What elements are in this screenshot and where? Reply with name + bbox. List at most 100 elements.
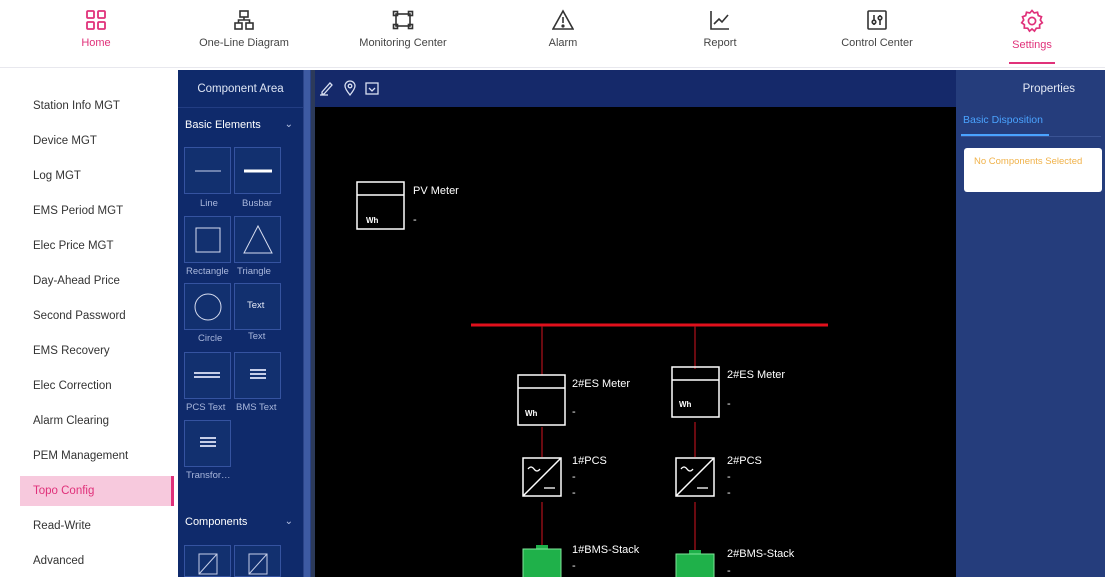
bms-text-icon [250,369,266,379]
rectangle-icon [195,227,221,253]
pcs-component-icon [248,553,268,575]
nav-control-center[interactable]: Control Center [802,0,952,68]
es-meter-1-value: - [572,406,576,418]
component-area-scrollbar[interactable] [303,70,311,577]
settings-sidebar: Station Info MGT Device MGT Log MGT EMS … [0,70,178,577]
active-tab-underline [1009,62,1055,64]
sidebar-item-topo-config[interactable]: Topo Config [20,476,174,506]
pcs-1[interactable]: 1#PCS - - [522,455,607,499]
sidebar-item-day-ahead-price[interactable]: Day-Ahead Price [0,266,178,296]
tile-triangle[interactable] [234,216,281,263]
tile-transformer-text[interactable] [184,420,231,467]
nav-alarm-label: Alarm [548,37,578,49]
tab-basic-disposition[interactable]: Basic Disposition [963,114,1043,126]
nav-home[interactable]: Home [21,0,171,68]
bms-stack-2[interactable]: 2#BMS-Stack - [675,548,795,580]
es-meter-1[interactable]: Wh 2#ES Meter - [517,374,630,426]
tile-bms-text-label: BMS Text [236,402,277,413]
tile-text-label: Text [248,331,266,342]
nav-monitoring-center[interactable]: Monitoring Center [328,0,478,68]
pcs-2-value-2: - [727,487,731,499]
sidebar-item-elec-price-mgt[interactable]: Elec Price MGT [0,231,178,261]
bms-stack-2-name: 2#BMS-Stack [727,548,795,560]
pcs-2[interactable]: 2#PCS - - [675,455,762,499]
line-icon [195,170,221,172]
nav-report[interactable]: Report [645,0,795,68]
busbar-icon [244,169,272,173]
sidebar-item-elec-correction[interactable]: Elec Correction [0,371,178,401]
line-chart-icon [710,11,729,30]
tile-busbar-label: Busbar [242,198,273,209]
properties-panel: Properties Basic Disposition No Componen… [956,70,1105,577]
tile-line[interactable] [184,147,231,194]
tile-component-1[interactable] [184,545,231,577]
tile-line-label: Line [200,198,218,209]
pv-meter-name: PV Meter [413,185,459,197]
nav-alarm[interactable]: Alarm [488,0,638,68]
bms-stack-2-value: - [727,565,731,577]
tile-pcs-text[interactable] [184,352,231,399]
one-line-diagram: Wh PV Meter - Wh 2#ES Meter - Wh 2#ES Me… [356,181,828,580]
nav-one-line-diagram-label: One-Line Diagram [199,37,289,49]
bms-stack-1[interactable]: 1#BMS-Stack - [522,544,640,580]
tile-rectangle[interactable] [184,216,231,263]
pcs-1-value-1: - [572,471,576,483]
tile-component-2[interactable] [234,545,281,577]
warning-triangle-icon [552,9,574,30]
sidebar-item-advanced[interactable]: Advanced [0,546,178,576]
es-meter-1-name: 2#ES Meter [572,378,630,390]
tile-triangle-label: Triangle [237,266,271,277]
top-navigation: Home One-Line Diagram Monitoring Center … [0,0,1105,68]
tile-busbar[interactable] [234,147,281,194]
tile-circle-label: Circle [198,333,223,344]
circle-icon [194,293,222,321]
pcs-1-name: 1#PCS [572,455,607,467]
tile-text[interactable]: Text [234,283,281,330]
pcs-1-value-2: - [572,487,576,499]
tile-transformer-text-label: Transfor… [186,470,231,481]
nav-settings[interactable]: Settings [957,0,1105,68]
sidebar-item-device-mgt[interactable]: Device MGT [0,126,178,156]
nav-report-label: Report [703,37,737,49]
bms-stack-1-name: 1#BMS-Stack [572,544,640,556]
chevron-down-icon: ⌄ [284,119,293,130]
transformer-text-icon [200,437,216,447]
sidebar-item-station-info-mgt[interactable]: Station Info MGT [0,91,178,121]
tile-pcs-text-label: PCS Text [186,402,226,413]
nav-one-line-diagram[interactable]: One-Line Diagram [169,0,319,68]
sidebar-item-ems-recovery[interactable]: EMS Recovery [0,336,178,366]
pcs-2-name: 2#PCS [727,455,762,467]
sidebar-item-ems-period-mgt[interactable]: EMS Period MGT [0,196,178,226]
properties-tab-divider [961,136,1101,137]
folder-icon[interactable] [364,80,380,96]
components-header[interactable]: Components ⌄ [178,507,303,537]
tile-rectangle-label: Rectangle [186,266,229,277]
pv-meter-unit: Wh [366,216,379,225]
tile-circle[interactable] [184,283,231,330]
pen-icon[interactable] [319,80,335,96]
es-meter-2[interactable]: Wh 2#ES Meter - [671,366,785,418]
hierarchy-icon [234,10,254,30]
triangle-icon [243,224,273,254]
nav-monitoring-center-label: Monitoring Center [359,37,447,49]
active-tab-indicator [961,134,1049,136]
diagram-stage[interactable]: Wh PV Meter - Wh 2#ES Meter - Wh 2#ES Me… [315,107,955,580]
pv-meter-value: - [413,214,417,226]
location-pin-icon[interactable] [342,80,358,96]
sidebar-item-alarm-clearing[interactable]: Alarm Clearing [0,406,178,436]
es-meter-1-unit: Wh [525,409,538,418]
pv-meter[interactable]: Wh PV Meter - [356,181,459,230]
pcs-2-value-1: - [727,471,731,483]
sidebar-item-read-write[interactable]: Read-Write [0,511,178,541]
sidebar-item-second-password[interactable]: Second Password [0,301,178,331]
component-area: Component Area Basic Elements ⌄ Line Bus… [178,70,311,577]
canvas-toolbar [311,70,956,107]
tile-bms-text[interactable] [234,352,281,399]
basic-elements-header[interactable]: Basic Elements ⌄ [178,110,303,140]
es-meter-2-value: - [727,398,731,410]
basic-elements-label: Basic Elements [185,119,261,131]
monitor-frame-icon [392,10,414,30]
sidebar-item-pem-management[interactable]: PEM Management [0,441,178,471]
es-meter-2-name: 2#ES Meter [727,369,785,381]
sidebar-item-log-mgt[interactable]: Log MGT [0,161,178,191]
